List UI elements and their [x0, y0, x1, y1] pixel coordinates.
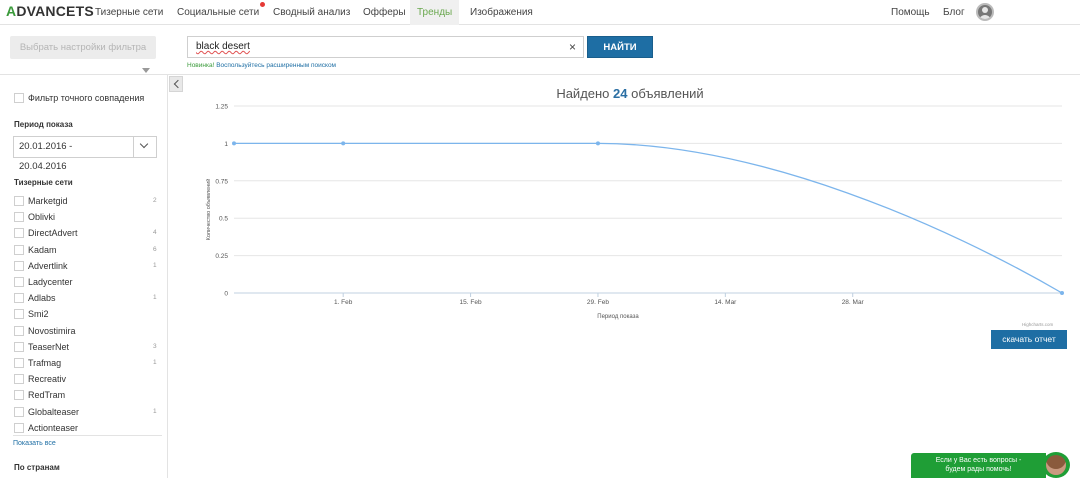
- network-checkbox[interactable]: [14, 342, 24, 352]
- x-tick-label: 14. Mar: [714, 299, 737, 306]
- y-tick-label: 1.25: [215, 104, 228, 111]
- data-point: [1060, 291, 1064, 295]
- chart-credit[interactable]: Highcharts.com: [1022, 322, 1053, 327]
- x-tick-label: 15. Feb: [460, 299, 482, 306]
- network-checkbox[interactable]: [14, 390, 24, 400]
- network-checkbox[interactable]: [14, 196, 24, 206]
- network-count: 3: [153, 343, 157, 350]
- network-label[interactable]: Marketgid: [28, 196, 68, 206]
- network-count: 1: [153, 359, 157, 366]
- x-tick-label: 29. Feb: [587, 299, 609, 306]
- clear-icon[interactable]: ×: [569, 39, 576, 55]
- data-point: [341, 141, 346, 146]
- advanced-search-promo: Новинка! Воспользуйтесь расширенным поис…: [187, 62, 337, 69]
- network-count: 1: [153, 408, 157, 415]
- network-checkbox[interactable]: [14, 326, 24, 336]
- date-to: 20.04.2016: [19, 161, 67, 172]
- network-label[interactable]: DirectAdvert: [28, 228, 78, 238]
- network-checkbox[interactable]: [14, 261, 24, 271]
- data-point: [595, 141, 600, 146]
- network-label[interactable]: TeaserNet: [28, 342, 69, 352]
- caret-down-icon[interactable]: [142, 68, 150, 73]
- network-count: 1: [153, 294, 157, 301]
- nav-teaser-networks[interactable]: Тизерные сети: [88, 0, 170, 25]
- advanced-search-link[interactable]: Воспользуйтесь расширенным поиском: [216, 62, 336, 69]
- network-checkbox[interactable]: [14, 245, 24, 255]
- nav-blog[interactable]: Блог: [936, 0, 972, 25]
- network-label[interactable]: Kadam: [28, 245, 57, 255]
- support-avatar[interactable]: [1042, 452, 1070, 478]
- network-checkbox[interactable]: [14, 374, 24, 384]
- network-label[interactable]: Novostimira: [28, 326, 76, 336]
- network-label[interactable]: Adlabs: [28, 293, 56, 303]
- exact-match-checkbox[interactable]: [14, 93, 24, 103]
- y-tick-label: 0.5: [219, 216, 228, 223]
- notification-dot: [260, 2, 266, 7]
- nav-summary-analysis[interactable]: Сводный анализ: [266, 0, 357, 25]
- countries-title: По странам: [14, 463, 60, 472]
- nav-images[interactable]: Изображения: [463, 0, 540, 25]
- y-tick-label: 0.25: [215, 253, 228, 260]
- network-label[interactable]: Globalteaser: [28, 407, 79, 417]
- y-tick-label: 1: [224, 141, 228, 148]
- network-label[interactable]: Smi2: [28, 309, 49, 319]
- network-checkbox[interactable]: [14, 423, 24, 433]
- x-tick-label: 1. Feb: [334, 299, 353, 306]
- network-checkbox[interactable]: [14, 293, 24, 303]
- x-axis-title: Период показа: [597, 314, 639, 320]
- network-label[interactable]: Trafmag: [28, 358, 61, 368]
- networks-title: Тизерные сети: [14, 178, 73, 187]
- download-report-button[interactable]: скачать отчет: [991, 330, 1067, 349]
- trend-chart: 0 0.25 0.5 0.75 1 1.25 1. Feb 15. Feb 29. Feb 14.…: [205, 104, 1064, 320]
- network-count: 2: [153, 197, 157, 204]
- nav-help[interactable]: Помощь: [884, 0, 937, 25]
- filter-settings-button[interactable]: Выбрать настройки фильтра: [10, 36, 156, 59]
- network-checkbox[interactable]: [14, 277, 24, 287]
- network-label[interactable]: Ladycenter: [28, 277, 73, 287]
- network-label[interactable]: Actionteaser: [28, 423, 78, 433]
- network-checkbox[interactable]: [14, 358, 24, 368]
- search-button[interactable]: НАЙТИ: [587, 36, 653, 58]
- user-avatar-icon[interactable]: [976, 3, 994, 21]
- top-navigation: ADVANCETS Тизерные сети Социальные сети …: [0, 0, 1080, 25]
- network-checkbox[interactable]: [14, 228, 24, 238]
- network-label[interactable]: Advertlink: [28, 261, 68, 271]
- nav-social-networks[interactable]: Социальные сети: [170, 0, 266, 25]
- nav-trends[interactable]: Тренды: [410, 0, 460, 25]
- advancets-logo[interactable]: ADVANCETS: [6, 3, 94, 19]
- nav-offers[interactable]: Офферы: [356, 0, 413, 25]
- network-count: 1: [153, 262, 157, 269]
- exact-match-label[interactable]: Фильтр точного совпадения: [28, 93, 144, 103]
- period-title: Период показа: [14, 120, 73, 129]
- network-checkbox[interactable]: [14, 309, 24, 319]
- help-chat-widget[interactable]: Если у Вас есть вопросы - будем рады помо…: [911, 453, 1046, 478]
- y-tick-label: 0.75: [215, 178, 228, 185]
- collapse-sidebar-button[interactable]: [169, 76, 183, 92]
- show-all-link[interactable]: Показать все: [13, 440, 56, 447]
- search-input[interactable]: black desert: [187, 36, 584, 58]
- network-label[interactable]: Recreativ: [28, 374, 66, 384]
- data-point: [232, 141, 236, 146]
- network-label[interactable]: Oblivki: [28, 212, 55, 222]
- network-checkbox[interactable]: [14, 212, 24, 222]
- y-axis-title: Количество объявлений: [205, 179, 212, 241]
- date-from: 20.01.2016 -: [19, 141, 73, 152]
- divider: [13, 435, 162, 436]
- x-tick-label: 28. Mar: [842, 299, 865, 306]
- network-count: 6: [153, 246, 157, 253]
- network-count: 4: [153, 229, 157, 236]
- network-label[interactable]: RedTram: [28, 390, 65, 400]
- y-tick-label: 0: [224, 291, 228, 298]
- network-checkbox[interactable]: [14, 407, 24, 417]
